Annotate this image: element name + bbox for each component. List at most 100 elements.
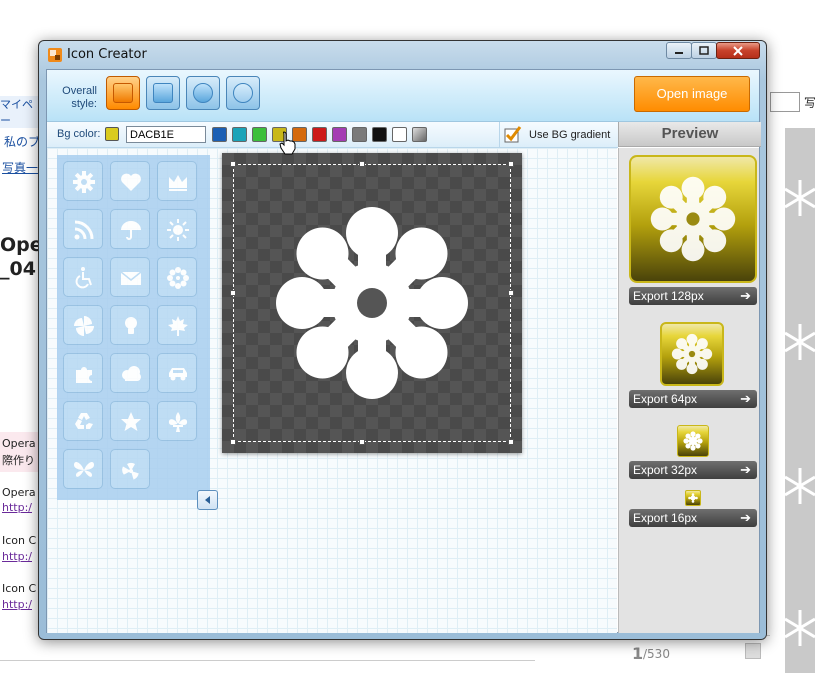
color-swatch-blue[interactable]	[212, 127, 227, 142]
library-item-rss[interactable]	[63, 209, 103, 249]
resize-handle[interactable]	[230, 439, 236, 445]
current-color-swatch[interactable]	[105, 127, 119, 141]
resize-handle[interactable]	[230, 161, 236, 167]
export-64-button[interactable]: Export 64px ➔	[629, 390, 757, 408]
app-client-area: Overall style: Open image Bg color: DACB…	[46, 69, 761, 633]
color-swatch-red[interactable]	[312, 127, 327, 142]
arrow-right-icon: ➔	[740, 462, 751, 477]
library-item-umbrella[interactable]	[110, 209, 150, 249]
car-icon	[169, 368, 187, 381]
library-item-crown[interactable]	[157, 161, 197, 201]
bg-search-input[interactable]	[770, 92, 800, 112]
library-item-maple-leaf[interactable]	[157, 305, 197, 345]
library-item-wheelchair[interactable]	[63, 257, 103, 297]
fleur-de-lis-icon	[168, 412, 188, 432]
window-title: Icon Creator	[67, 47, 147, 62]
preview-panel: Export 128px ➔ Export 64px ➔ Export 32px ➔	[618, 148, 759, 633]
arrow-right-icon: ➔	[740, 391, 751, 406]
bg-nav-link[interactable]: マイペー	[0, 96, 40, 128]
bg-link[interactable]: http:/	[2, 598, 32, 611]
color-swatch-gradient[interactable]	[412, 127, 427, 142]
recycle-icon	[75, 413, 93, 429]
library-item-lightbulb[interactable]	[110, 305, 150, 345]
chevron-left-icon	[205, 496, 210, 504]
library-item-gear[interactable]	[63, 161, 103, 201]
resize-handle[interactable]	[508, 161, 514, 167]
close-icon	[733, 45, 743, 56]
flower-icon	[276, 207, 468, 399]
app-icon	[48, 48, 62, 62]
icon-library-panel	[57, 155, 210, 500]
library-item-butterfly[interactable]	[63, 449, 103, 489]
bg-nav-link[interactable]: 私のブ	[4, 133, 40, 150]
resize-handle[interactable]	[508, 439, 514, 445]
library-item-star[interactable]	[110, 401, 150, 441]
library-item-car[interactable]	[157, 353, 197, 393]
bg-comment: Icon C	[2, 534, 37, 547]
color-swatch-purple[interactable]	[332, 127, 347, 142]
canvas-area	[47, 148, 617, 633]
color-swatch-teal[interactable]	[232, 127, 247, 142]
library-item-pinwheel[interactable]	[63, 305, 103, 345]
library-item-cloud[interactable]	[110, 353, 150, 393]
library-item-radiation[interactable]	[110, 449, 150, 489]
bg-comment: 際作り	[2, 454, 35, 467]
bg-link[interactable]: http:/	[2, 550, 32, 563]
preview-16-icon	[685, 490, 701, 506]
library-item-envelope[interactable]	[110, 257, 150, 297]
bg-heading: Ope	[0, 234, 43, 256]
flower-icon	[650, 176, 736, 262]
pager-current: 1	[632, 644, 644, 663]
maple-leaf-icon	[168, 316, 188, 336]
export-128-button[interactable]: Export 128px ➔	[629, 287, 757, 305]
color-swatch-black[interactable]	[372, 127, 387, 142]
resize-handle[interactable]	[359, 439, 365, 445]
export-16-button[interactable]: Export 16px ➔	[629, 509, 757, 527]
arrow-right-icon: ➔	[740, 510, 751, 525]
library-item-fleur-de-lis[interactable]	[157, 401, 197, 441]
style-button-flat-square[interactable]	[146, 76, 180, 110]
style-button-flat-round[interactable]	[226, 76, 260, 110]
bg-link[interactable]: http:/	[2, 501, 32, 514]
cloud-icon	[122, 366, 141, 381]
minimize-button[interactable]	[666, 42, 692, 59]
bg-nav-link[interactable]: 写真一	[2, 159, 38, 176]
resize-handle[interactable]	[508, 290, 514, 296]
pager-total: /530	[643, 647, 670, 661]
close-button[interactable]	[716, 42, 760, 59]
radiation-icon	[122, 462, 139, 480]
collapse-panel-button[interactable]	[197, 490, 218, 510]
library-item-flower[interactable]	[157, 257, 197, 297]
open-image-button[interactable]: Open image	[634, 76, 750, 112]
pinwheel-icon	[74, 316, 94, 336]
color-bar: Bg color: Use BG gradient	[47, 122, 618, 148]
library-item-sun[interactable]	[157, 209, 197, 249]
wheelchair-icon	[75, 267, 92, 289]
snowflake-icon	[785, 324, 815, 360]
snowflake-icon	[785, 610, 815, 646]
library-item-puzzle[interactable]	[63, 353, 103, 393]
title-bar[interactable]: Icon Creator	[39, 41, 766, 69]
export-32-button[interactable]: Export 32px ➔	[629, 461, 757, 479]
pager-next-button[interactable]	[745, 643, 761, 659]
use-bg-gradient-checkbox[interactable]	[504, 125, 522, 143]
maximize-button[interactable]	[691, 42, 717, 59]
color-swatch-green[interactable]	[252, 127, 267, 142]
library-item-heart[interactable]	[110, 161, 150, 201]
arrow-right-icon: ➔	[740, 288, 751, 303]
resize-handle[interactable]	[230, 290, 236, 296]
library-item-recycle[interactable]	[63, 401, 103, 441]
bg-char: 写	[804, 96, 815, 110]
style-button-glossy-square[interactable]	[106, 76, 140, 110]
resize-handle[interactable]	[359, 161, 365, 167]
rss-icon	[74, 220, 94, 240]
color-swatch-white[interactable]	[392, 127, 407, 142]
style-button-glossy-round[interactable]	[186, 76, 220, 110]
flower-icon	[688, 493, 698, 503]
minimize-icon	[675, 51, 683, 54]
hex-color-input[interactable]	[126, 126, 206, 143]
bg-heading: _04	[0, 258, 36, 280]
maximize-icon	[699, 45, 709, 55]
icon-editor-canvas[interactable]	[222, 153, 522, 453]
color-swatch-gray[interactable]	[352, 127, 367, 142]
